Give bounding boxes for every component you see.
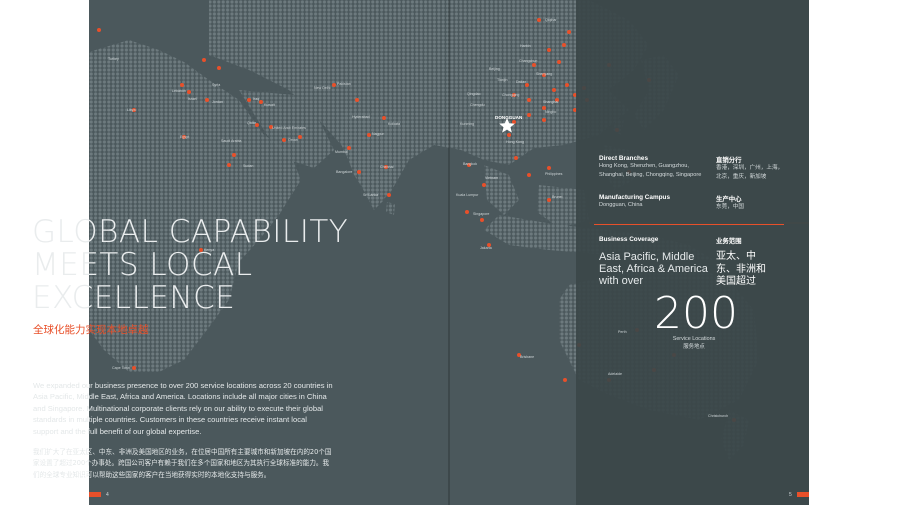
- city-label: United Arab Emirates: [272, 126, 306, 130]
- city-label: Lebanon: [172, 89, 186, 93]
- manufacturing: Manufacturing Campus Dongguan, China: [599, 194, 711, 210]
- city-label: Libya: [127, 108, 136, 112]
- city-label: Beijing: [489, 67, 500, 71]
- body-english: We expanded our business presence to ove…: [33, 381, 333, 436]
- page-number-right: 5: [789, 492, 792, 498]
- city-label: Harbin: [520, 44, 531, 48]
- city-label: Adelaide: [608, 372, 622, 376]
- city-label: Shenyang: [536, 72, 553, 76]
- city-label: Hong Kong: [506, 140, 524, 144]
- city-label: Shanghai: [543, 100, 559, 104]
- city-label: Kunming: [460, 122, 475, 126]
- city-label: Jakarta: [480, 246, 492, 250]
- city-label: Pakistan: [337, 82, 351, 86]
- city-label: Singapore: [473, 212, 490, 216]
- city-label: Hyderabad: [352, 115, 370, 119]
- coverage-text: Asia Pacific, Middle East, Africa & Amer…: [599, 251, 708, 287]
- direct-branches-label: Direct Branches: [599, 155, 649, 162]
- coverage-label-block: Business Coverage: [599, 236, 658, 243]
- city-label: Chennai: [380, 165, 394, 169]
- city-label: Dalian: [516, 80, 527, 84]
- city-label: Changchun: [519, 59, 538, 63]
- coverage-label-cn: 业务范围: [716, 238, 742, 245]
- manufacturing-cn: 生产中心 东莞，中国: [716, 194, 786, 212]
- city-label: Christchurch: [708, 414, 729, 418]
- city-label: New Delhi: [314, 86, 331, 90]
- city-label: Kuwait: [264, 103, 275, 107]
- city-label: Perth: [618, 330, 627, 334]
- city-label: Ningbo: [545, 110, 557, 114]
- city-label: Sri Lanka: [363, 193, 379, 197]
- headline-line-2: MEETS LOCAL: [32, 247, 253, 283]
- city-label: Brisbane: [520, 355, 535, 359]
- service-unit: Service Locations 服务地点: [664, 336, 724, 351]
- city-label: Tianjin: [497, 78, 508, 82]
- city-label: Philippines: [545, 172, 563, 176]
- city-label: Saudi Arabia: [221, 139, 242, 143]
- coverage-label: Business Coverage: [599, 236, 659, 243]
- city-label: Kuala Lumpur: [456, 193, 479, 197]
- city-label: Jordan: [212, 100, 223, 104]
- city-label: Qatar: [247, 121, 256, 125]
- service-unit-en: Service Locations: [672, 336, 716, 342]
- page-marker-left: [89, 492, 101, 497]
- malaysia-landmass: [484, 165, 519, 215]
- city-label: Bangalore: [336, 170, 353, 174]
- city-label: Syria: [212, 83, 221, 87]
- service-count: 200: [654, 288, 738, 339]
- page-headline: GLOBAL CAPABILITY MEETS LOCAL EXCELLENCE: [32, 216, 348, 315]
- city-label: Qiqihar: [545, 18, 557, 22]
- headline-line-3: EXCELLENCE: [32, 280, 236, 316]
- direct-branches: Direct Branches Hong Kong, Shenzhen, Gua…: [599, 155, 711, 180]
- manufacturing-value-cn: 东莞，中国: [716, 204, 744, 210]
- coverage-text-cn: 亚太、中东、非洲和美国超过: [716, 251, 766, 287]
- city-label: Sudan: [243, 164, 254, 168]
- service-unit-cn: 服务地点: [683, 343, 705, 350]
- dongguan-label: DONGGUAN: [495, 115, 523, 120]
- city-label: Egypt: [180, 135, 190, 139]
- city-label: Israel: [188, 97, 197, 101]
- city-label: Chengdu: [470, 103, 485, 107]
- city-label: Bangkok: [463, 162, 477, 166]
- page-marker-right: [797, 492, 809, 497]
- manufacturing-label-cn: 生产中心: [716, 196, 742, 203]
- page-fold: [448, 0, 450, 505]
- direct-branches-cn: 直销分行 香港，深圳，广州，上海，北京，重庆，新加坡: [716, 155, 786, 182]
- page-number-left: 4: [106, 492, 109, 498]
- coverage-label-block-cn: 业务范围: [716, 236, 742, 245]
- direct-branches-value: Hong Kong, Shenzhen, Guangzhou, Shanghai…: [599, 163, 702, 178]
- city-label: Chongqing: [502, 93, 520, 97]
- divider: [594, 224, 784, 225]
- city-label: Oman: [288, 138, 298, 142]
- city-label: Cape Town: [112, 366, 130, 370]
- srilanka-landmass: [386, 202, 395, 215]
- manufacturing-label: Manufacturing Campus: [599, 194, 671, 201]
- city-label: Mumbai: [335, 150, 348, 154]
- city-label: Iraq: [253, 97, 260, 101]
- manufacturing-value: Dongguan, China: [599, 202, 643, 208]
- city-label: Vietnam: [485, 176, 499, 180]
- city-label: Brunei: [552, 195, 563, 199]
- headline-line-1: GLOBAL CAPABILITY: [32, 214, 349, 250]
- direct-branches-value-cn: 香港，深圳，广州，上海，北京，重庆，新加坡: [716, 165, 784, 180]
- city-label: Nagpur: [372, 132, 384, 136]
- body-chinese: 我们扩大了在亚太区、中东、非洲及美国地区的业务，在位居中国所有主要城市和新加坡在…: [33, 448, 332, 479]
- headline-chinese: 全球化能力实现本地卓越: [33, 324, 149, 336]
- city-label: Kolkata: [388, 122, 400, 126]
- city-label: Qingdao: [467, 92, 481, 96]
- direct-branches-label-cn: 直销分行: [716, 157, 742, 164]
- city-label: Turkey: [108, 57, 119, 61]
